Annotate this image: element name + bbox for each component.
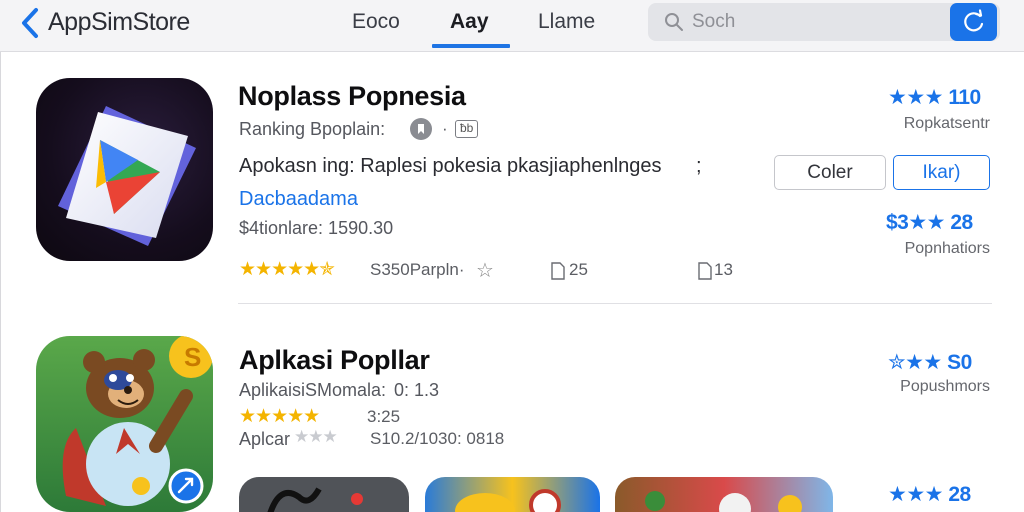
right-rating-label: Popushmors [900, 378, 990, 395]
bear-mascot-icon: S [62, 336, 213, 506]
get-button[interactable]: Ikar) [893, 155, 990, 190]
right-rating-label: Ropkatsentr [903, 115, 990, 132]
stat-a: 25 [569, 260, 588, 279]
app-title[interactable]: Aplkasi Popllar [239, 345, 430, 376]
store-brand-title: AppSimStore [48, 8, 190, 36]
rating-stars-icon: ★★ [908, 211, 946, 234]
right-rating-2: $3★★ 28 [886, 210, 973, 235]
star-half-icon: ✯ [319, 259, 335, 280]
refresh-icon [964, 9, 984, 32]
app-subtitle-extra: 0: 1.3 [394, 380, 440, 400]
screenshot-thumbnail-2[interactable] [425, 477, 600, 512]
secondary-button[interactable]: Coler [774, 155, 886, 190]
meta-text: S350Parpln· [370, 260, 465, 279]
app-price-info: $4tionlare: 1590.30 [239, 218, 394, 238]
svg-text:S: S [184, 342, 201, 372]
star-icon: ★★★★★ [239, 406, 320, 427]
developer-link[interactable]: Dacbaadama [239, 188, 358, 211]
star-rating: ★★★★★ [239, 405, 320, 428]
right-rating-label: Popnhatiors [904, 240, 990, 257]
active-tab-indicator [432, 44, 510, 48]
app-subtitle: AplikaisiSMomala: [239, 380, 387, 400]
list-divider [238, 303, 992, 304]
tab-eoco[interactable]: Eoco [352, 10, 400, 34]
right-rating-prefix: $3 [886, 211, 909, 234]
right-rating-value: 28 [950, 211, 973, 234]
screenshot-thumbnail-3[interactable] [615, 477, 833, 512]
window-edge [0, 52, 1, 512]
small-star-rating: ★★★ [294, 427, 338, 447]
right-rating-1: ✮★★ S0 [888, 350, 972, 375]
age-rating-icon [410, 118, 432, 140]
tab-llame[interactable]: Llame [538, 10, 595, 34]
star-icon: ★★★ [294, 427, 338, 446]
right-rating-2: ★★★ 28 [888, 482, 971, 507]
rating-stars-icon: ★★★ [888, 86, 943, 109]
search-input[interactable] [692, 9, 942, 35]
favorite-star-icon[interactable]: ☆ [476, 258, 494, 283]
app-description: Apokasn ing: Raplesi pokesia pkasjiaphen… [239, 155, 662, 177]
rating-stars-icon: ★★★ [888, 483, 943, 506]
right-rating-value: 28 [948, 483, 971, 506]
content-badge: ƀb [455, 120, 479, 138]
search-icon [665, 13, 683, 31]
right-rating-value: S0 [947, 351, 972, 374]
description-ellipsis: ; [696, 155, 702, 177]
right-rating-1: ★★★ 110 [888, 85, 981, 110]
document-icon [551, 262, 565, 280]
thumbnail-art [267, 487, 363, 512]
screenshot-thumbnail-1[interactable] [239, 477, 409, 512]
back-chevron-icon[interactable] [18, 6, 44, 40]
rating-stars-icon: ✮★★ [888, 351, 942, 374]
star-icon: ★★★★★ [239, 259, 320, 280]
top-bar: AppSimStore Eoco Aay Llame [0, 0, 1024, 52]
right-rating-value: 110 [948, 86, 981, 109]
app-subtitle: Ranking Bpoplain: [239, 119, 386, 139]
app-icon-play-logo[interactable] [36, 78, 213, 261]
document-icon [698, 262, 712, 280]
separator-dot: · [442, 119, 448, 138]
star-rating: ★★★★★✯ [239, 258, 335, 281]
play-triangle-icon [58, 106, 196, 246]
refresh-button[interactable] [950, 3, 997, 41]
search-bar[interactable] [648, 3, 1000, 41]
thumbnail-art [645, 491, 802, 512]
third-line-text: S10.2/1030: 0818 [370, 429, 505, 448]
app-icon-bear-character[interactable]: S [36, 336, 213, 512]
rating-text: 3:25 [367, 407, 401, 426]
third-line-prefix: Aplcar [239, 429, 291, 449]
tab-aay[interactable]: Aay [450, 10, 489, 34]
app-title[interactable]: Noplass Popnesia [238, 81, 466, 112]
thumbnail-art [455, 489, 561, 512]
stat-b: 13 [714, 260, 733, 279]
